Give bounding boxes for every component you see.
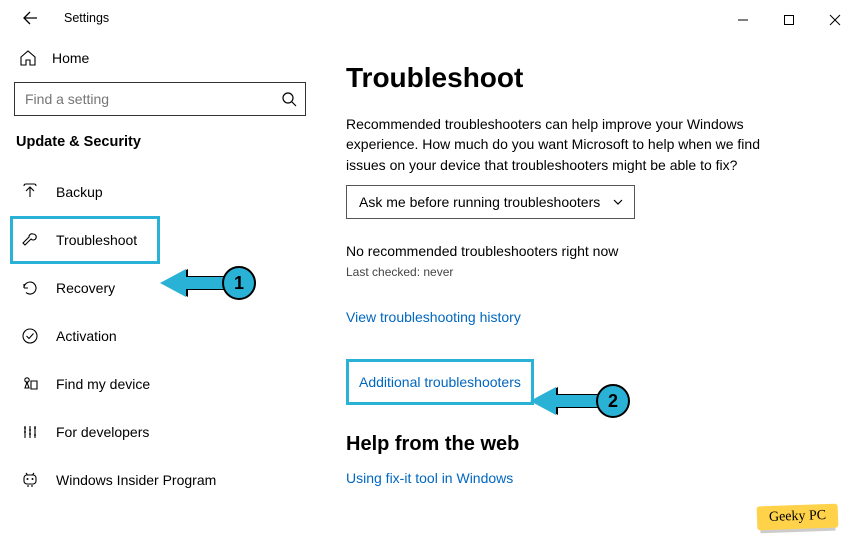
- sidebar-item-label: Backup: [56, 184, 103, 200]
- recovery-icon: [20, 278, 40, 298]
- page-title: Troubleshoot: [346, 62, 826, 94]
- close-icon: [829, 14, 841, 26]
- link-additional-troubleshooters[interactable]: Additional troubleshooters: [359, 374, 521, 390]
- sidebar-item-find-device[interactable]: Find my device: [14, 364, 306, 404]
- sidebar-item-insider[interactable]: Windows Insider Program: [14, 460, 306, 500]
- link-fixit[interactable]: Using fix-it tool in Windows: [346, 470, 513, 486]
- insider-icon: [20, 470, 40, 490]
- dropdown-value: Ask me before running troubleshooters: [359, 194, 600, 210]
- watermark: Geeky PC: [756, 504, 838, 531]
- status-text: No recommended troubleshooters right now: [346, 243, 826, 259]
- annotation-number-1: 1: [222, 266, 256, 300]
- search-input[interactable]: [14, 82, 306, 116]
- annotation-number-2: 2: [596, 384, 630, 418]
- main-content: Troubleshoot Recommended troubleshooters…: [320, 36, 866, 551]
- minimize-icon: [737, 14, 749, 26]
- maximize-icon: [783, 14, 795, 26]
- search-icon: [281, 91, 297, 107]
- annotation-arrow-2: 2: [530, 384, 630, 418]
- search-button[interactable]: [278, 88, 300, 110]
- help-heading: Help from the web: [346, 433, 826, 456]
- sidebar-item-label: Recovery: [56, 280, 115, 296]
- page-description: Recommended troubleshooters can help imp…: [346, 114, 766, 175]
- sidebar-item-label: Troubleshoot: [56, 232, 137, 248]
- activation-icon: [20, 326, 40, 346]
- arrow-left-icon: [22, 10, 38, 26]
- troubleshooter-mode-dropdown[interactable]: Ask me before running troubleshooters: [346, 185, 635, 219]
- sidebar-item-label: Windows Insider Program: [56, 472, 216, 488]
- annotation-arrow-1: 1: [160, 266, 256, 300]
- back-button[interactable]: [18, 6, 42, 30]
- sidebar-item-label: For developers: [56, 424, 149, 440]
- find-device-icon: [20, 374, 40, 394]
- close-button[interactable]: [812, 6, 858, 34]
- sidebar-item-backup[interactable]: Backup: [14, 172, 306, 212]
- sidebar-item-label: Activation: [56, 328, 117, 344]
- window-title: Settings: [64, 11, 109, 25]
- minimize-button[interactable]: [720, 6, 766, 34]
- link-history[interactable]: View troubleshooting history: [346, 309, 521, 325]
- developers-icon: [20, 422, 40, 442]
- home-label: Home: [52, 50, 89, 66]
- sidebar-category: Update & Security: [16, 134, 306, 150]
- backup-icon: [20, 182, 40, 202]
- annotation-highlight-2: Additional troubleshooters: [346, 359, 534, 405]
- sidebar-item-label: Find my device: [56, 376, 150, 392]
- maximize-button[interactable]: [766, 6, 812, 34]
- sidebar-item-home[interactable]: Home: [14, 42, 306, 82]
- last-checked-text: Last checked: never: [346, 265, 826, 279]
- sidebar-item-troubleshoot[interactable]: Troubleshoot: [14, 220, 306, 260]
- chevron-down-icon: [612, 196, 624, 208]
- wrench-icon: [20, 230, 40, 250]
- sidebar-item-developers[interactable]: For developers: [14, 412, 306, 452]
- sidebar-item-activation[interactable]: Activation: [14, 316, 306, 356]
- home-icon: [18, 48, 38, 68]
